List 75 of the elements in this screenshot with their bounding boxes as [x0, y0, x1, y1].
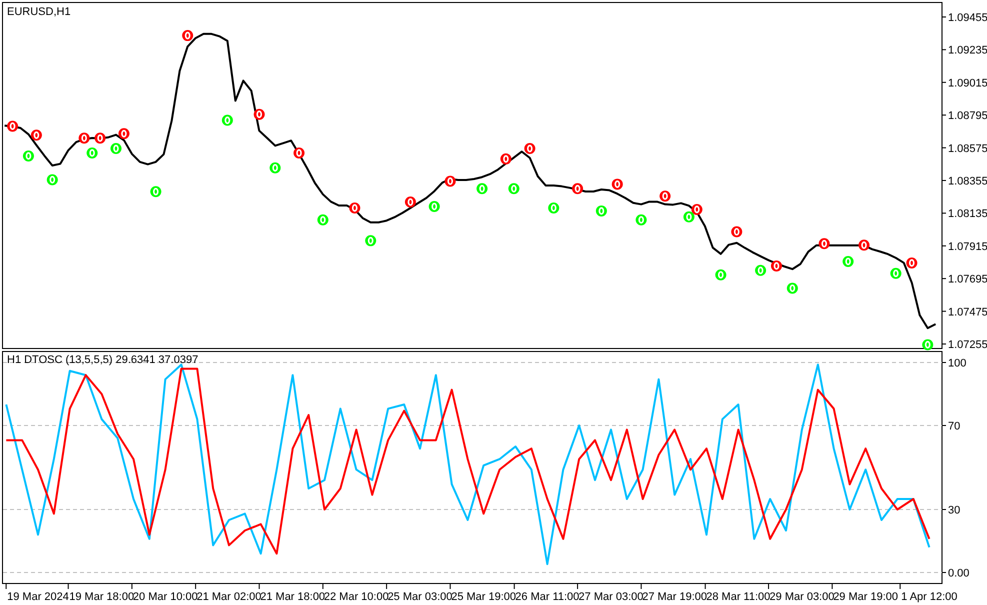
- signal-marker-icon: [365, 235, 376, 246]
- signal-marker-icon: [906, 257, 918, 268]
- signal-marker-icon: [94, 132, 106, 144]
- signal-marker-icon: [572, 183, 584, 194]
- signal-marker-icon: [294, 147, 305, 158]
- signal-marker-icon: [508, 183, 520, 194]
- time-label: 20 Mar 10:00: [132, 591, 198, 603]
- chart-title: EURUSD,H1: [7, 6, 71, 18]
- time-label: 28 Mar 11:00: [706, 591, 770, 603]
- time-label: 29 Mar 03:00: [770, 591, 834, 603]
- signal-marker-icon: [731, 226, 742, 238]
- signal-marker-icon: [110, 143, 122, 154]
- signal-marker-icon: [7, 120, 18, 132]
- signal-marker-icon: [86, 147, 98, 158]
- signal-marker-icon: [890, 268, 902, 279]
- signal-marker-icon: [428, 201, 440, 212]
- time-label: 26 Mar 11:00: [515, 591, 580, 603]
- signal-marker-icon: [349, 202, 360, 214]
- price-axis-label: 1.07915: [948, 240, 987, 253]
- indicator-axis-label: 100: [948, 358, 966, 370]
- time-label: 19 Mar 18:00: [69, 591, 134, 603]
- signal-marker-icon: [755, 264, 766, 276]
- signal-marker-icon: [660, 190, 671, 202]
- signal-marker-icon: [596, 205, 607, 216]
- price-axis-label: 1.09015: [948, 77, 987, 90]
- signal-marker-icon: [444, 176, 456, 187]
- signal-marker-icon: [476, 183, 488, 194]
- signal-marker-icon: [317, 214, 328, 226]
- signal-marker-icon: [222, 114, 233, 126]
- signal-marker-icon: [770, 260, 782, 272]
- signal-marker-icon: [404, 196, 416, 208]
- indicator-axis-label: 30: [948, 504, 960, 516]
- indicator-axis-label: 70: [948, 420, 960, 432]
- signal-marker-icon: [858, 240, 870, 251]
- signal-marker-icon: [524, 143, 536, 154]
- signal-marker-icon: [30, 130, 42, 141]
- time-label: 29 Mar 19:00: [833, 591, 898, 603]
- price-axis-label: 1.08355: [948, 175, 987, 188]
- time-label: 22 Mar 10:00: [324, 591, 389, 603]
- signal-marker-icon: [548, 202, 560, 214]
- price-axis-label: 1.08575: [948, 142, 987, 155]
- signal-marker-icon: [182, 30, 194, 42]
- time-label: 21 Mar 02:00: [196, 591, 262, 603]
- signal-marker-icon: [786, 282, 798, 294]
- time-label: 25 Mar 19:00: [451, 591, 516, 603]
- price-axis-label: 1.07255: [948, 338, 987, 351]
- signal-marker-icon: [22, 150, 34, 162]
- price-axis-label: 1.07695: [948, 274, 987, 286]
- price-axis-label: 1.09235: [948, 44, 987, 57]
- signal-marker-icon: [118, 128, 130, 140]
- signal-marker-icon: [46, 174, 58, 186]
- signal-marker-icon: [842, 256, 854, 267]
- signal-marker-icon: [500, 153, 512, 164]
- signal-marker-icon: [612, 178, 623, 190]
- signal-marker-icon: [691, 204, 702, 215]
- time-label: 25 Mar 03:00: [388, 591, 452, 603]
- indicator-axis-label: 0.00: [948, 568, 970, 580]
- indicator-title: H1 DTOSC (13,5,5,5) 29.6341 37.0397: [7, 354, 198, 366]
- price-axis-label: 1.08135: [948, 208, 987, 220]
- signal-marker-icon: [150, 186, 162, 198]
- time-label: 19 Mar 2024: [7, 591, 69, 603]
- price-axis-label: 1.07475: [948, 306, 987, 318]
- signal-marker-icon: [683, 211, 694, 222]
- time-label: 27 Mar 03:00: [578, 591, 644, 603]
- signal-marker-icon: [818, 238, 830, 250]
- time-label: 21 Mar 18:00: [260, 591, 326, 603]
- signal-marker-icon: [270, 162, 281, 174]
- time-label: 27 Mar 19:00: [642, 591, 708, 603]
- time-label: 1 Apr 12:00: [901, 591, 958, 603]
- price-axis-label: 1.09455: [948, 12, 987, 24]
- signal-marker-icon: [636, 214, 647, 226]
- price-axis-label: 1.08795: [948, 110, 987, 122]
- signal-marker-icon: [78, 132, 90, 144]
- signal-marker-icon: [715, 269, 726, 280]
- signal-marker-icon: [254, 108, 265, 120]
